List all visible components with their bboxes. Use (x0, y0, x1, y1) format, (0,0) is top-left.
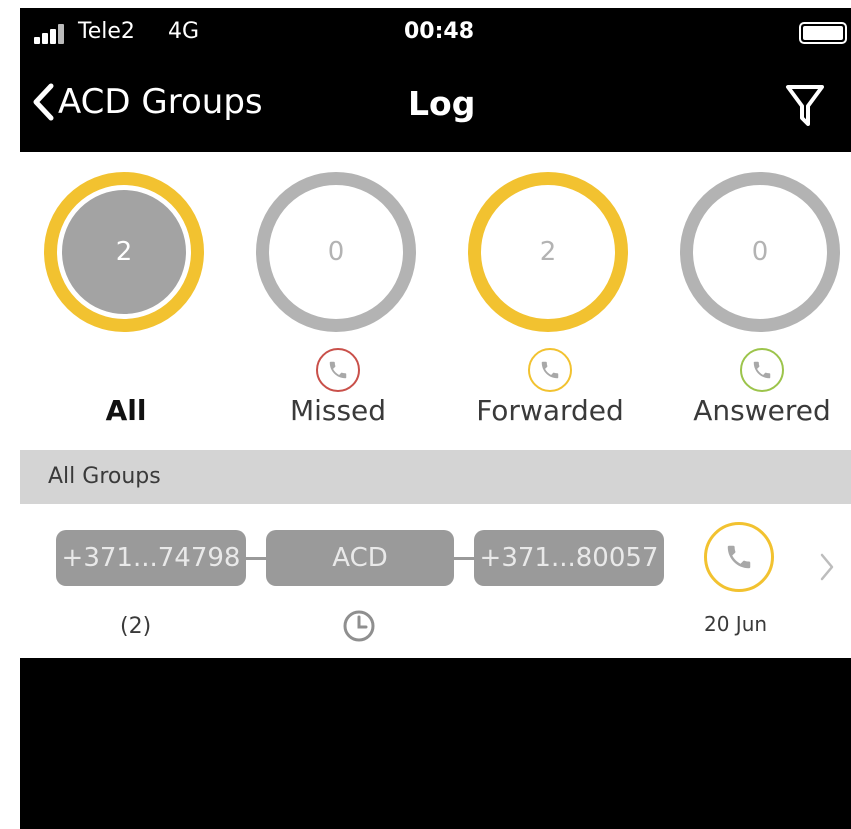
stat-label: Answered (693, 394, 831, 427)
signal-icon (34, 24, 70, 44)
status-bar: Tele2 4G 00:48 (20, 8, 851, 58)
filter-icon[interactable] (785, 84, 825, 128)
acd-group: ACD (266, 530, 454, 586)
page-title: Log (408, 84, 476, 123)
phone-screen: Tele2 4G 00:48 ACD Groups Log 2 All 0 Mi… (20, 8, 851, 829)
destination-number: +371...80057 (474, 530, 664, 586)
section-header: All Groups (20, 450, 851, 504)
caller-number: +371...74798 (56, 530, 246, 586)
count-value: 2 (539, 237, 557, 267)
call-count: (2) (120, 614, 152, 639)
phone-forwarded-icon (528, 348, 572, 392)
log-row[interactable]: +371...74798 ACD +371...80057 (2) 20 Jun (20, 514, 851, 658)
network-type: 4G (168, 19, 200, 44)
count-ring: 2 (468, 172, 628, 332)
status-time: 00:48 (404, 19, 475, 44)
count-ring: 0 (256, 172, 416, 332)
back-label: ACD Groups (58, 82, 263, 122)
phone-answered-icon (740, 348, 784, 392)
count-ring: 0 (680, 172, 840, 332)
chevron-right-icon[interactable] (819, 552, 835, 582)
connector-line (454, 557, 474, 560)
stat-label: All (105, 394, 147, 427)
count-ring: 2 (44, 172, 204, 332)
count-value: 2 (115, 237, 133, 267)
connector-line (246, 557, 266, 560)
nav-bar: ACD Groups Log (20, 64, 851, 150)
stat-label: Forwarded (476, 394, 624, 427)
chevron-left-icon (33, 83, 54, 121)
log-content: 2 All 0 Missed 2 Forwarded 0 Answered Al… (20, 152, 851, 658)
battery-icon (799, 22, 847, 44)
phone-missed-icon (316, 348, 360, 392)
back-button[interactable]: ACD Groups (32, 82, 263, 122)
call-date: 20 Jun (704, 612, 768, 636)
empty-area (20, 658, 851, 829)
stat-label: Missed (289, 394, 387, 427)
count-value: 0 (327, 237, 345, 267)
clock-icon (343, 610, 375, 642)
carrier-name: Tele2 (78, 19, 135, 44)
count-value: 0 (751, 237, 769, 267)
phone-forwarded-icon (704, 522, 774, 592)
